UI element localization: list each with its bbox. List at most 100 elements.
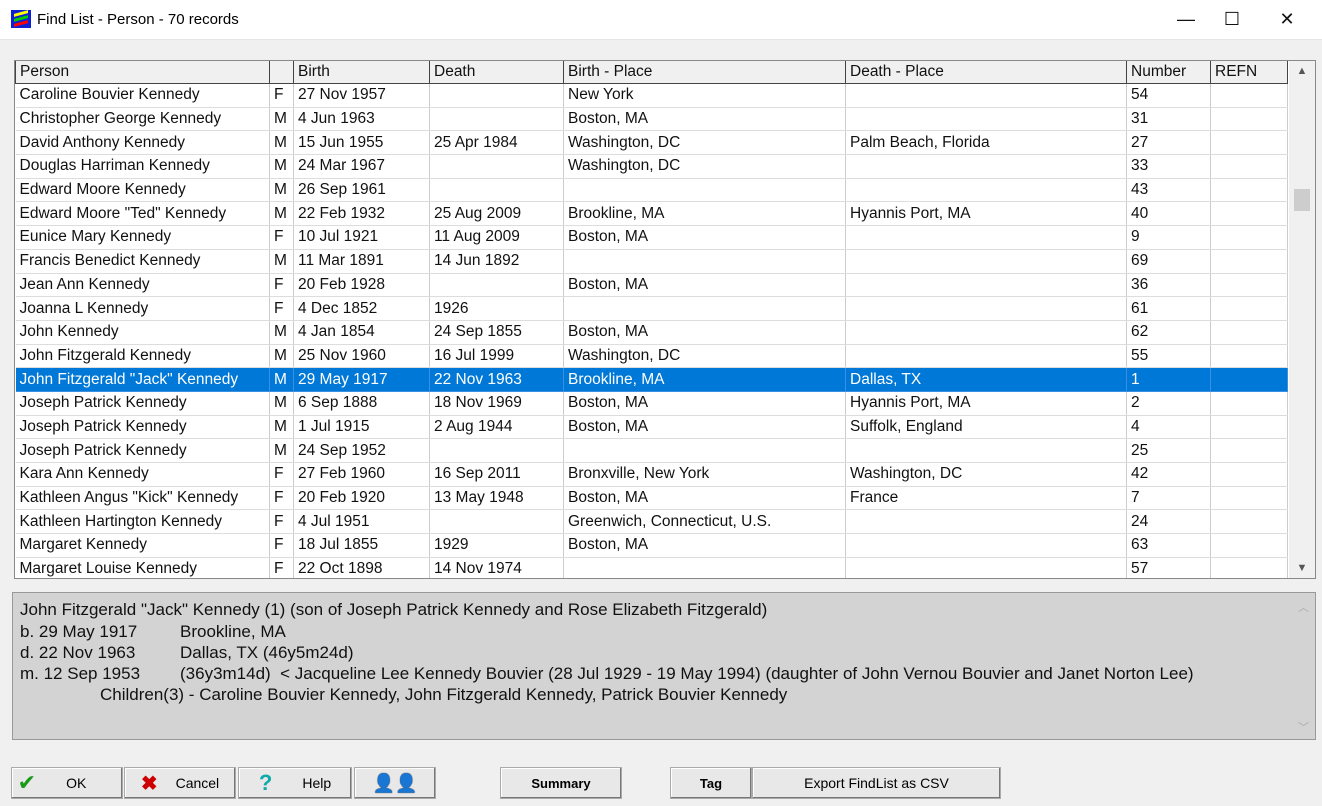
table-cell: M: [269, 415, 294, 440]
table-cell: F: [269, 509, 294, 535]
table-row[interactable]: Edward Moore Kennedy M 26 Sep 1961 43: [15, 178, 1288, 203]
table-cell: 15 Jun 1955: [293, 130, 430, 156]
table-cell: Washington, DC: [563, 344, 846, 369]
tag-button[interactable]: Tag: [670, 767, 752, 799]
table-row[interactable]: David Anthony Kennedy M 15 Jun 1955 25 Apr …: [15, 130, 1288, 156]
table-cell: 55: [1126, 344, 1211, 369]
table-cell: [563, 296, 846, 321]
minimize-button[interactable]: —: [1163, 0, 1209, 39]
table-cell: Eunice Mary Kennedy: [15, 225, 270, 250]
ok-button[interactable]: ✔ OK: [11, 767, 123, 799]
maximize-button[interactable]: ☐: [1209, 0, 1255, 39]
table-row[interactable]: Francis Benedict Kennedy M 11 Mar 1891 14 J…: [15, 249, 1288, 274]
check-icon: ✔: [17, 770, 37, 795]
table-cell: Boston, MA: [563, 391, 846, 416]
table-cell: [1210, 391, 1288, 416]
table-cell: 33: [1126, 154, 1211, 179]
table-cell: M: [269, 344, 294, 369]
detail-death-date: d. 22 Nov 1963: [20, 643, 136, 662]
scroll-thumb[interactable]: [1294, 189, 1310, 211]
table-cell: [429, 83, 564, 108]
table-cell: 4 Jan 1854: [293, 320, 430, 345]
summary-label: Summary: [531, 775, 591, 791]
scroll-down-icon[interactable]: ▼: [1289, 562, 1315, 574]
table-cell: Douglas Harriman Kennedy: [15, 154, 270, 179]
table-cell: [1210, 83, 1288, 108]
table-cell: [1210, 509, 1288, 535]
table-row[interactable]: Christopher George Kennedy M 4 Jun 1963 Bos…: [15, 107, 1288, 132]
person-table: Person Birth Death Birth - Place Death - Pla…: [15, 61, 1288, 578]
table-cell: [563, 438, 846, 463]
table-cell: [845, 296, 1127, 321]
table-cell: F: [269, 462, 294, 487]
table-cell: 42: [1126, 462, 1211, 487]
table-cell: 29 May 1917: [293, 367, 430, 392]
table-cell: New York: [563, 83, 846, 108]
vertical-scrollbar[interactable]: ▲ ▼: [1289, 61, 1315, 578]
export-csv-button[interactable]: Export FindList as CSV: [752, 767, 1001, 799]
table-cell: 1929: [429, 533, 564, 558]
help-button[interactable]: ? Help: [238, 767, 352, 799]
table-cell: 25 Apr 1984: [429, 130, 564, 156]
table-cell: Greenwich, Connecticut, U.S.: [563, 509, 846, 535]
table-row[interactable]: Eunice Mary Kennedy F 10 Jul 1921 11 Aug 20…: [15, 225, 1288, 250]
table-cell: Bronxville, New York: [563, 462, 846, 487]
table-cell: Boston, MA: [563, 533, 846, 558]
table-row[interactable]: Kathleen Angus "Kick" Kennedy F 20 Feb 192…: [15, 486, 1288, 511]
cancel-button[interactable]: ✖ Cancel: [124, 767, 236, 799]
table-cell: Boston, MA: [563, 225, 846, 250]
table-cell: 27: [1126, 130, 1211, 156]
table-row[interactable]: Joseph Patrick Kennedy M 1 Jul 1915 2 Aug 1…: [15, 415, 1288, 440]
table-row[interactable]: John Fitzgerald Kennedy M 25 Nov 1960 16 Ju…: [15, 344, 1288, 369]
table-cell: 4: [1126, 415, 1211, 440]
table-row[interactable]: Kathleen Hartington Kennedy F 4 Jul 1951 Gr…: [15, 509, 1288, 535]
table-row[interactable]: John Kennedy M 4 Jan 1854 24 Sep 1855 Boston…: [15, 320, 1288, 345]
column-header[interactable]: Number: [1126, 61, 1211, 84]
table-cell: F: [269, 225, 294, 250]
close-button[interactable]: ✕: [1264, 0, 1310, 39]
table-row[interactable]: Edward Moore "Ted" Kennedy M 22 Feb 1932 25…: [15, 201, 1288, 227]
relatives-button[interactable]: 👤👤: [354, 767, 436, 799]
table-cell: Edward Moore Kennedy: [15, 178, 270, 203]
table-cell: [1210, 249, 1288, 274]
person-grid[interactable]: Person Birth Death Birth - Place Death - Pla…: [14, 60, 1316, 579]
table-cell: John Fitzgerald Kennedy: [15, 344, 270, 369]
column-header[interactable]: Person: [15, 61, 270, 84]
table-cell: [429, 178, 564, 203]
table-row[interactable]: Jean Ann Kennedy F 20 Feb 1928 Boston, MA 36: [15, 273, 1288, 298]
help-label: Help: [302, 775, 332, 791]
table-cell: 63: [1126, 533, 1211, 558]
table-cell: France: [845, 486, 1127, 511]
table-cell: [845, 344, 1127, 369]
table-cell: 57: [1126, 557, 1211, 578]
table-row[interactable]: Margaret Kennedy F 18 Jul 1855 1929 Boston, …: [15, 533, 1288, 558]
table-row[interactable]: Margaret Louise Kennedy F 22 Oct 1898 14 No…: [15, 557, 1288, 578]
table-cell: Joanna L Kennedy: [15, 296, 270, 321]
table-cell: 18 Nov 1969: [429, 391, 564, 416]
detail-scroll-down-icon[interactable]: ﹀: [1298, 719, 1309, 735]
table-row[interactable]: Joseph Patrick Kennedy M 24 Sep 1952 25: [15, 438, 1288, 463]
detail-birth-date: b. 29 May 1917: [20, 622, 138, 641]
table-cell: [1210, 344, 1288, 369]
table-row[interactable]: Douglas Harriman Kennedy M 24 Mar 1967 Wash…: [15, 154, 1288, 179]
table-cell: Boston, MA: [563, 486, 846, 511]
table-row[interactable]: Joanna L Kennedy F 4 Dec 1852 1926 61: [15, 296, 1288, 321]
table-cell: [1210, 178, 1288, 203]
table-row[interactable]: Caroline Bouvier Kennedy F 27 Nov 1957 New …: [15, 83, 1288, 108]
column-header[interactable]: Birth: [293, 61, 430, 84]
scroll-up-icon[interactable]: ▲: [1289, 65, 1315, 77]
table-cell: F: [269, 486, 294, 511]
table-cell: 16 Sep 2011: [429, 462, 564, 487]
column-header[interactable]: [269, 61, 294, 84]
summary-button[interactable]: Summary: [500, 767, 622, 799]
detail-death-place: Dallas, TX (46y5m24d): [180, 643, 354, 662]
table-row[interactable]: Joseph Patrick Kennedy M 6 Sep 1888 18 Nov …: [15, 391, 1288, 416]
detail-marriage-date: m. 12 Sep 1953: [20, 664, 141, 683]
column-header[interactable]: REFN: [1210, 61, 1288, 84]
column-header[interactable]: Death - Place: [845, 61, 1127, 84]
column-header[interactable]: Birth - Place: [563, 61, 846, 84]
detail-scroll-up-icon[interactable]: ︿: [1298, 599, 1309, 615]
table-row[interactable]: John Fitzgerald "Jack" Kennedy M 29 May 19…: [15, 367, 1288, 392]
column-header[interactable]: Death: [429, 61, 564, 84]
table-row[interactable]: Kara Ann Kennedy F 27 Feb 1960 16 Sep 2011 B…: [15, 462, 1288, 487]
